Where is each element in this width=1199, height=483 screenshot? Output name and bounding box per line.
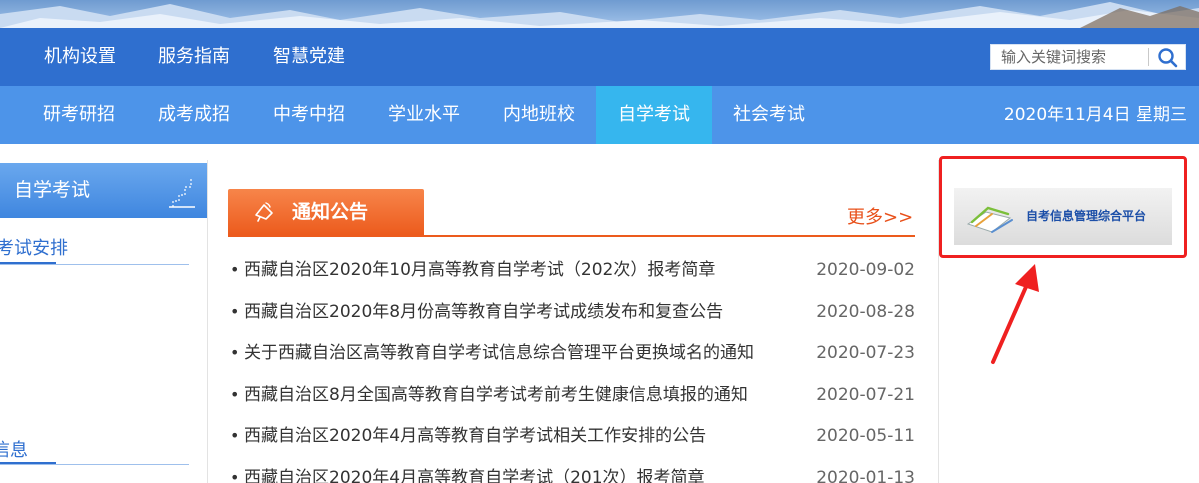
search-divider [1148, 48, 1149, 66]
tab-self-study-exam[interactable]: 自学考试 [596, 86, 712, 144]
mountain-illustration [0, 2, 1199, 28]
list-item[interactable]: • 西藏自治区8月全国高等教育自学考试考前考生健康信息填报的通知 2020-07… [228, 376, 916, 418]
tab-social-exam[interactable]: 社会考试 [720, 86, 818, 144]
stairs-decoration-icon [169, 177, 195, 208]
notice-title[interactable]: 西藏自治区8月全国高等教育自学考试考前考生健康信息填报的通知 [244, 376, 748, 414]
list-item[interactable]: • 西藏自治区2020年4月高等教育自学考试（201次）报考简章 2020-01… [228, 459, 916, 483]
notice-date: 2020-09-02 [816, 260, 915, 280]
list-item[interactable]: • 关于西藏自治区高等教育自学考试信息综合管理平台更换域名的通知 2020-07… [228, 334, 916, 376]
sub-nav: 研考研招 成考成招 中考中招 学业水平 内地班校 自学考试 社会考试 2020年… [0, 86, 1199, 144]
search-icon [1158, 48, 1178, 68]
tab-adult-exam[interactable]: 成考成招 [145, 86, 243, 144]
bullet: • [230, 384, 240, 404]
search-button[interactable] [1151, 45, 1185, 69]
current-date: 2020年11月4日 星期三 [1003, 105, 1187, 125]
annotation-arrow-icon [991, 264, 1039, 364]
list-item[interactable]: • 西藏自治区2020年10月高等教育自学考试（202次）报考简章 2020-0… [228, 251, 916, 293]
search-box [990, 44, 1186, 70]
notice-date: 2020-01-13 [816, 467, 915, 483]
nav-item-party[interactable]: 智慧党建 [273, 28, 345, 86]
notice-title[interactable]: 西藏自治区2020年4月高等教育自学考试（201次）报考简章 [244, 459, 705, 483]
mountain-banner [0, 0, 1199, 28]
bullet: • [230, 426, 240, 445]
notice-date: 2020-07-21 [816, 384, 915, 405]
left-section-title: 自学考试 [14, 179, 91, 201]
more-link[interactable]: 更多>> [847, 203, 913, 229]
notice-tab[interactable]: 通知公告 [228, 189, 424, 235]
bullet: • [230, 301, 240, 321]
notice-date: 2020-05-11 [816, 426, 915, 446]
notice-tab-label: 通知公告 [292, 201, 369, 223]
column-divider-left [207, 160, 208, 483]
bullet: • [230, 467, 240, 483]
notice-list: • 西藏自治区2020年10月高等教育自学考试（202次）报考简章 2020-0… [228, 251, 916, 483]
left-link-divider [0, 264, 189, 265]
tab-middle-school-exam[interactable]: 中考中招 [260, 86, 358, 144]
notice-title[interactable]: 西藏自治区2020年8月份高等教育自学考试成绩发布和复查公告 [244, 293, 723, 331]
left-section-header: 自学考试 [0, 163, 207, 218]
highlight-annotation-box [939, 156, 1187, 258]
notice-title[interactable]: 西藏自治区2020年4月高等教育自学考试相关工作安排的公告 [244, 417, 706, 455]
notice-title[interactable]: 西藏自治区2020年10月高等教育自学考试（202次）报考简章 [244, 251, 715, 289]
notice-date: 2020-07-23 [816, 343, 915, 363]
bullet: • [230, 343, 240, 362]
notice-underline [228, 235, 915, 237]
tab-graduate-exam[interactable]: 研考研招 [30, 86, 128, 144]
list-item[interactable]: • 西藏自治区2020年8月份高等教育自学考试成绩发布和复查公告 2020-08… [228, 293, 916, 335]
left-link-divider [0, 464, 189, 465]
tab-academic-level[interactable]: 学业水平 [375, 86, 473, 144]
nav-item-service[interactable]: 服务指南 [158, 28, 230, 86]
notice-date: 2020-08-28 [816, 301, 915, 322]
notice-title[interactable]: 关于西藏自治区高等教育自学考试信息综合管理平台更换域名的通知 [244, 334, 754, 372]
left-link-info[interactable]: 信息 [0, 436, 28, 462]
list-item[interactable]: • 西藏自治区2020年4月高等教育自学考试相关工作安排的公告 2020-05-… [228, 417, 916, 459]
megaphone-icon [255, 202, 273, 222]
tab-inland-class[interactable]: 内地班校 [490, 86, 588, 144]
bullet: • [230, 260, 240, 279]
top-nav: 机构设置 服务指南 智慧党建 [0, 28, 1199, 86]
nav-item-org[interactable]: 机构设置 [44, 28, 116, 86]
search-input[interactable] [991, 45, 1147, 69]
left-link-exam-schedule[interactable]: 考试安排 [0, 234, 68, 260]
